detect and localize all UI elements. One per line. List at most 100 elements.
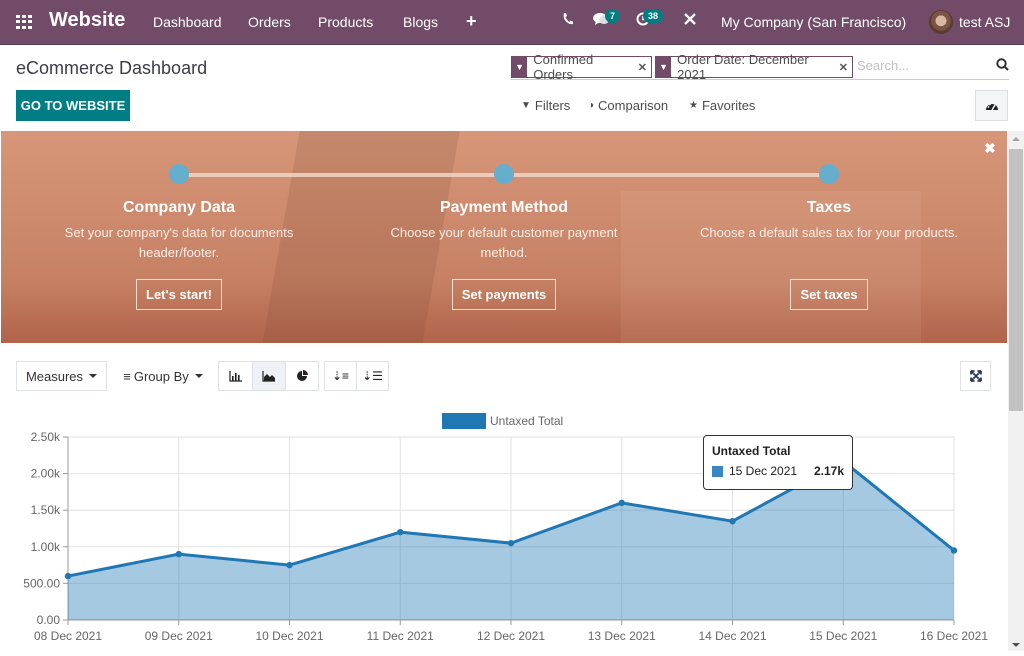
bar-chart-icon	[228, 370, 242, 382]
x-tick-label: 08 Dec 2021	[34, 629, 102, 643]
scroll-down-arrow[interactable]	[1012, 643, 1020, 647]
y-tick-label: 1.50k	[31, 503, 61, 517]
filter-icon: ▼	[521, 100, 531, 111]
user-menu[interactable]: test ASJ	[959, 14, 1010, 30]
x-tick-label: 16 Dec 2021	[920, 629, 988, 643]
filters-dropdown[interactable]: ▼ Filters	[521, 98, 570, 113]
legend-swatch	[442, 413, 486, 429]
remove-facet-icon[interactable]: ✕	[839, 57, 852, 77]
tooltip-swatch	[712, 465, 723, 477]
search-input[interactable]	[857, 58, 977, 73]
company-switcher[interactable]: My Company (San Francisco)	[721, 14, 906, 30]
scrollbar-thumb[interactable]	[1009, 149, 1023, 411]
data-point	[397, 528, 404, 536]
data-point	[507, 539, 515, 547]
step-payment-method: Payment Method Choose your default custo…	[374, 199, 634, 310]
y-tick-label: 2.50k	[31, 430, 61, 444]
set-payments-button[interactable]: Set payments	[451, 279, 557, 310]
apps-menu-icon[interactable]	[16, 15, 32, 29]
plus-icon[interactable]: +	[466, 11, 477, 32]
user-avatar[interactable]	[929, 10, 953, 34]
close-banner-icon[interactable]: ✖	[984, 140, 996, 157]
facet-label: Confirmed Orders	[533, 52, 594, 82]
tachometer-icon	[985, 103, 998, 110]
filter-icon: ▼	[512, 57, 528, 77]
tooltip-row: 15 Dec 2021 2.17k	[712, 464, 844, 478]
go-to-website-button[interactable]: GO TO WEBSITE	[16, 90, 130, 121]
data-point	[618, 499, 625, 507]
data-point	[64, 572, 72, 580]
x-tick-label: 14 Dec 2021	[698, 629, 766, 643]
pie-chart-button[interactable]	[285, 361, 319, 391]
legend-label: Untaxed Total	[490, 414, 563, 428]
step-title: Company Data	[122, 199, 236, 216]
caret-down-icon	[89, 374, 98, 378]
vertical-scrollbar[interactable]	[1008, 131, 1024, 651]
y-tick-label: 2.00k	[31, 467, 61, 481]
step-company-data: Company Data Set your company's data for…	[49, 199, 309, 310]
activities-badge: 38	[643, 9, 664, 23]
data-point	[729, 517, 736, 525]
x-tick-label: 11 Dec 2021	[367, 629, 434, 643]
chart-tooltip: Untaxed Total 15 Dec 2021 2.17k	[703, 435, 853, 490]
remove-facet-icon[interactable]: ✕	[638, 57, 651, 77]
dashboard-view-button[interactable]	[975, 90, 1008, 121]
sort-descending-button[interactable]: ⇣≡	[324, 361, 357, 391]
group-by-dropdown[interactable]: ≡ Group By	[115, 361, 211, 391]
phone-icon[interactable]	[562, 12, 574, 30]
expand-icon	[969, 370, 982, 382]
area-chart-icon	[262, 370, 275, 382]
sort-ascending-icon: ⇣☰	[362, 369, 383, 383]
tooltip-title: Untaxed Total	[712, 444, 791, 458]
y-tick-label: 1.00k	[31, 540, 61, 554]
bar-chart-button[interactable]	[218, 361, 253, 391]
messages-badge: 7	[605, 9, 621, 23]
app-name[interactable]: Website	[49, 9, 125, 32]
menu-products[interactable]: Products	[318, 14, 373, 30]
search-bar: ▼ Confirmed Orders ✕ ▼ Order Date: Decem…	[511, 52, 1009, 82]
lets-start-button[interactable]: Let's start!	[136, 279, 222, 310]
star-icon: ★	[689, 100, 698, 111]
step-dot-company	[169, 164, 189, 184]
comparison-dropdown[interactable]: ◑ Comparison	[588, 98, 668, 113]
scroll-up-arrow[interactable]	[1012, 137, 1020, 141]
filter-icon: ▼	[656, 57, 672, 77]
y-tick-label: 0.00	[37, 613, 61, 627]
data-point	[175, 550, 182, 558]
top-navbar: Website Dashboard Orders Products Blogs …	[0, 0, 1024, 45]
step-description: Choose your default customer payment met…	[390, 225, 618, 260]
step-dot-payment	[494, 164, 514, 184]
favorites-dropdown[interactable]: ★ Favorites	[689, 98, 755, 113]
favorites-label: Favorites	[701, 98, 756, 113]
x-tick-label: 15 Dec 2021	[809, 629, 877, 643]
menu-dashboard[interactable]: Dashboard	[153, 14, 222, 30]
x-tick-label: 09 Dec 2021	[145, 629, 213, 643]
fullscreen-button[interactable]	[960, 361, 991, 391]
x-tick-label: 12 Dec 2021	[477, 629, 545, 643]
filters-label: Filters	[534, 98, 571, 113]
facet-label: Order Date: December 2021	[677, 52, 809, 82]
measures-dropdown[interactable]: Measures	[16, 361, 107, 391]
sort-ascending-button[interactable]: ⇣☰	[356, 361, 389, 391]
search-icon[interactable]	[996, 58, 1009, 74]
data-point	[286, 561, 293, 569]
line-chart-button[interactable]	[252, 361, 286, 391]
menu-orders[interactable]: Orders	[248, 14, 291, 30]
x-tick-label: 10 Dec 2021	[255, 629, 323, 643]
tooltip-label: 15 Dec 2021	[729, 464, 798, 478]
group-by-label: Group By	[133, 368, 189, 384]
set-taxes-button[interactable]: Set taxes	[790, 279, 868, 310]
pie-chart-icon	[297, 370, 308, 381]
onboarding-banner: Company Data Set your company's data for…	[1, 131, 1007, 343]
list-icon: ≡	[123, 368, 131, 384]
graph-view: 0.00 500.00 1.00k 1.50k 2.00k 2.50k 08 Dec 202…	[0, 405, 1008, 651]
tooltip-value: 2.17k	[813, 464, 844, 478]
y-tick-label: 500.00	[23, 576, 60, 590]
debug-tools-icon[interactable]	[683, 12, 697, 30]
step-taxes: Taxes Choose a default sales tax for you…	[699, 199, 959, 310]
page-title: eCommerce Dashboard	[16, 58, 208, 78]
step-description: Choose a default sales tax for your prod…	[700, 225, 958, 240]
menu-blogs[interactable]: Blogs	[403, 14, 438, 30]
step-description: Set your company's data for documents he…	[64, 225, 294, 260]
data-point	[950, 547, 958, 554]
